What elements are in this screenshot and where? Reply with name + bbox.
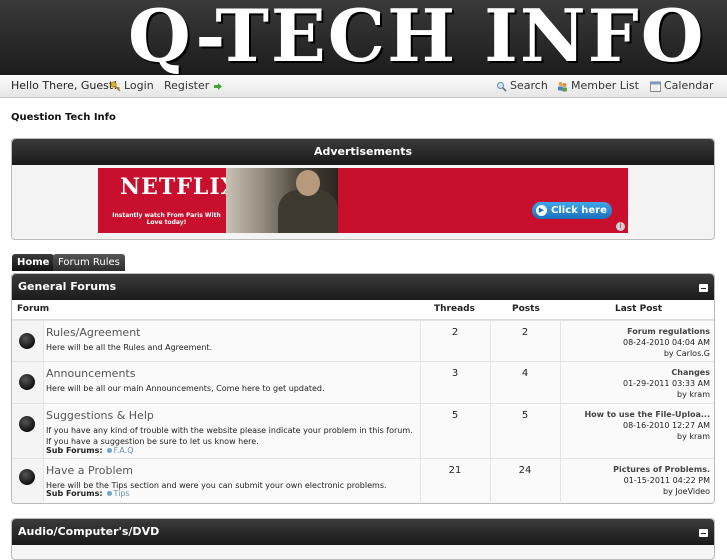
sub-forum-dot-icon xyxy=(106,491,112,496)
netflix-banner[interactable]: NETFLIX Instantly watch From Paris With … xyxy=(98,168,628,233)
breadcrumb[interactable]: Question Tech Info xyxy=(11,112,116,123)
collapse-icon[interactable] xyxy=(699,284,708,292)
forum-status-icon xyxy=(19,333,35,349)
sub-forums: Sub Forums: F.A.Q xyxy=(46,446,134,455)
audio-forums-header: Audio/Computer's/DVD xyxy=(12,519,714,545)
tab-forum-rules[interactable]: Forum Rules xyxy=(53,254,125,271)
table-row: Suggestions & Help If you have any kind … xyxy=(12,403,714,458)
last-post-date: 08-16-2010 12:27 AM xyxy=(622,421,710,430)
col-threads: Threads xyxy=(434,304,475,314)
movie-still-image xyxy=(226,168,338,233)
audio-forums-title: Audio/Computer's/DVD xyxy=(18,525,160,538)
forum-title-link[interactable]: Rules/Agreement xyxy=(46,326,140,339)
site-logo[interactable]: Q-TECH INFO xyxy=(128,0,704,75)
col-posts: Posts xyxy=(512,304,540,314)
last-post-title[interactable]: Forum regulations xyxy=(623,326,710,337)
forum-table-header: Forum Threads Posts Last Post xyxy=(12,300,714,320)
forum-description: Here will be all the Rules and Agreement… xyxy=(46,343,213,352)
netflix-tagline: Instantly watch From Paris With Love tod… xyxy=(112,212,221,226)
last-post-date: 08-24-2010 04:04 AM xyxy=(622,338,710,347)
forum-title-link[interactable]: Have a Problem xyxy=(46,464,133,477)
table-row: Rules/Agreement Here will be all the Rul… xyxy=(12,320,714,361)
forum-status-icon xyxy=(19,416,35,432)
forum-status-icon xyxy=(19,374,35,390)
last-post-date: 01-15-2011 04:22 PM xyxy=(623,476,710,485)
sub-forum-link[interactable]: F.A.Q xyxy=(114,446,134,455)
calendar-link[interactable]: Calendar xyxy=(650,75,713,97)
ad-info-icon[interactable]: i xyxy=(616,222,625,231)
member-list-link[interactable]: Member List xyxy=(557,75,639,97)
key-icon xyxy=(110,81,121,91)
last-post-title[interactable]: Pictures of Problems. xyxy=(613,464,710,475)
search-label[interactable]: Search xyxy=(510,75,548,97)
post-count: 4 xyxy=(521,368,529,379)
play-icon: ▶ xyxy=(536,205,547,216)
post-count: 5 xyxy=(521,410,529,421)
advertisements-panel: Advertisements NETFLIX Instantly watch F… xyxy=(11,138,715,240)
sub-forum-dot-icon xyxy=(106,448,112,453)
register-link[interactable]: Register xyxy=(164,75,223,97)
last-post-author[interactable]: by kram xyxy=(623,389,710,400)
forum-title-link[interactable]: Suggestions & Help xyxy=(46,409,154,422)
collapse-icon[interactable] xyxy=(699,529,708,537)
click-here-label: Click here xyxy=(551,205,607,216)
login-label[interactable]: Login xyxy=(124,75,154,97)
sub-forums-label: Sub Forums: xyxy=(46,446,103,455)
actor-head xyxy=(296,170,320,196)
forum-description: Here will be all our main Announcements,… xyxy=(46,384,325,393)
register-label[interactable]: Register xyxy=(164,75,209,97)
post-count: 2 xyxy=(521,327,529,338)
greeting-text: Hello There, Guest! xyxy=(11,79,118,92)
search-link[interactable]: Search xyxy=(496,75,548,97)
general-forums-panel: General Forums Forum Threads Posts Last … xyxy=(11,273,715,504)
sub-forums: Sub Forums: Tips xyxy=(46,489,130,498)
members-icon xyxy=(558,81,567,91)
calendar-icon xyxy=(650,81,661,92)
actor-figure xyxy=(278,190,338,233)
last-post-title[interactable]: How to use the File-Uploa... xyxy=(584,409,710,420)
last-post-info: How to use the File-Uploa... 08-16-2010 … xyxy=(584,409,710,442)
sub-forums-label: Sub Forums: xyxy=(46,489,103,498)
col-forum: Forum xyxy=(17,304,50,314)
site-header: Q-TECH INFO xyxy=(0,0,727,75)
forum-status-icon xyxy=(19,469,35,485)
last-post-info: Forum regulations 08-24-2010 04:04 AM by… xyxy=(623,326,710,359)
arrow-right-icon xyxy=(214,82,223,90)
netflix-logo: NETFLIX xyxy=(120,174,239,200)
thread-count: 3 xyxy=(451,368,459,379)
last-post-info: Pictures of Problems. 01-15-2011 04:22 P… xyxy=(613,464,710,497)
forum-title-link[interactable]: Announcements xyxy=(46,367,135,380)
last-post-title[interactable]: Changes xyxy=(623,367,710,378)
calendar-label[interactable]: Calendar xyxy=(664,75,713,97)
last-post-info: Changes 01-29-2011 03:33 AM by kram xyxy=(623,367,710,400)
click-here-button[interactable]: ▶ Click here xyxy=(532,202,612,219)
thread-count: 2 xyxy=(451,327,459,338)
search-icon xyxy=(497,81,507,92)
last-post-author[interactable]: by JoeVideo xyxy=(613,486,710,497)
login-link[interactable]: Login xyxy=(110,75,154,97)
member-list-label[interactable]: Member List xyxy=(571,75,639,97)
top-nav-bar: Hello There, Guest! Login Register Searc… xyxy=(0,75,727,98)
thread-count: 21 xyxy=(448,465,462,476)
last-post-author[interactable]: by kram xyxy=(584,431,710,442)
advertisements-body: NETFLIX Instantly watch From Paris With … xyxy=(12,165,714,237)
post-count: 24 xyxy=(518,465,532,476)
general-forums-title: General Forums xyxy=(18,280,117,293)
general-forums-header: General Forums xyxy=(12,274,714,300)
table-row: Have a Problem Here will be the Tips sec… xyxy=(12,458,714,502)
sub-forum-link[interactable]: Tips xyxy=(114,489,130,498)
thread-count: 5 xyxy=(451,410,459,421)
advertisements-title: Advertisements xyxy=(12,139,714,165)
tab-home[interactable]: Home xyxy=(12,254,55,271)
audio-forums-panel: Audio/Computer's/DVD xyxy=(11,518,715,560)
last-post-author[interactable]: by Carlos.G xyxy=(623,348,710,359)
col-last-post: Last Post xyxy=(615,304,663,314)
forum-description: If you have any kind of trouble with the… xyxy=(46,426,413,446)
table-row: Announcements Here will be all our main … xyxy=(12,361,714,403)
last-post-date: 01-29-2011 03:33 AM xyxy=(622,379,710,388)
